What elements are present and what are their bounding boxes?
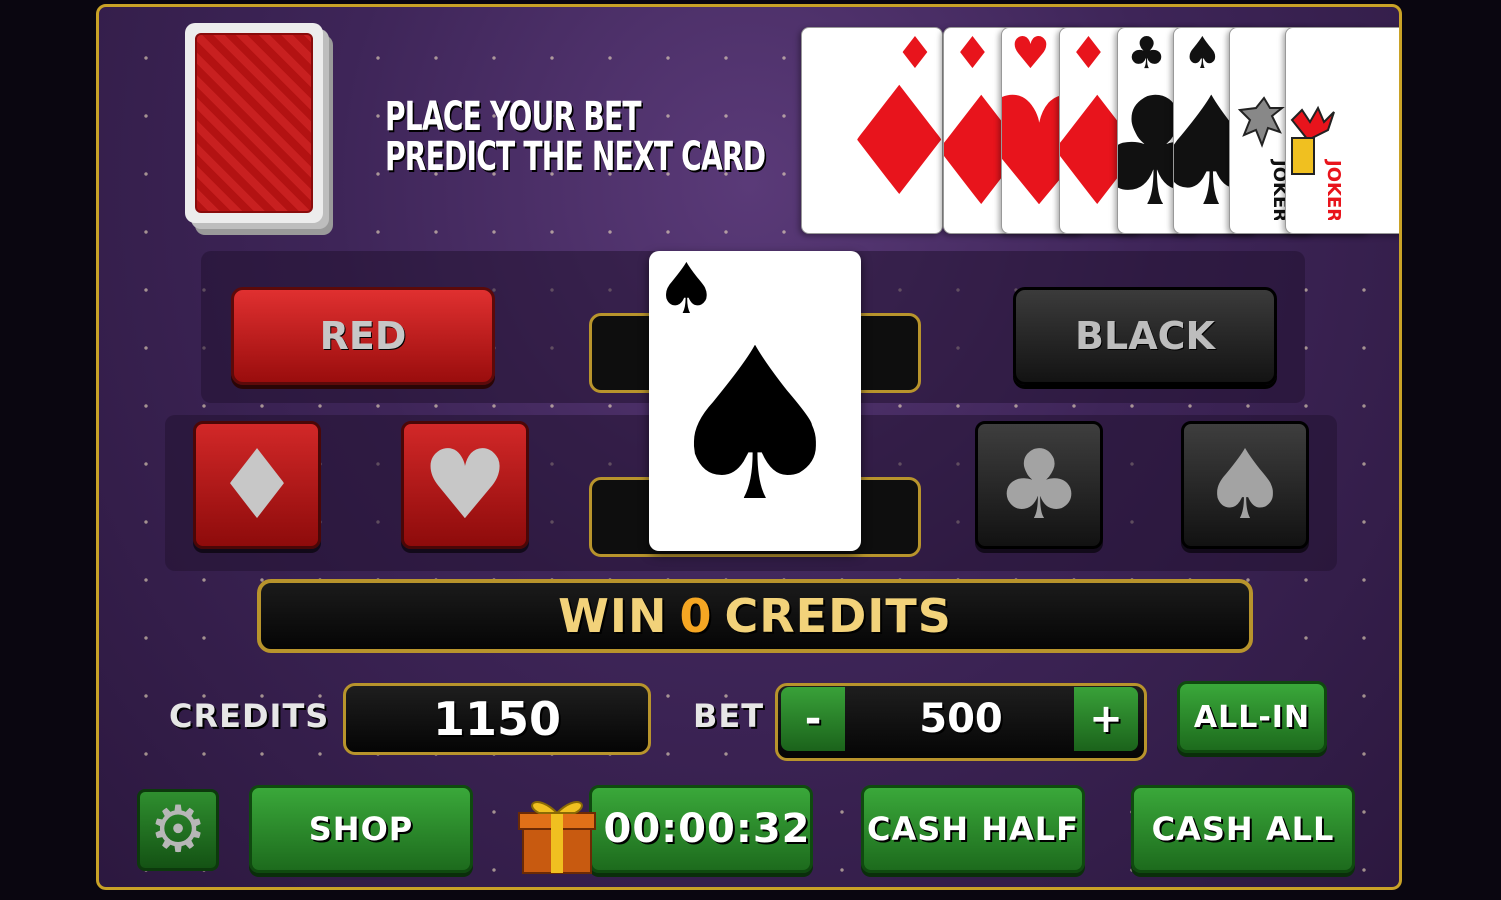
game-board: PLACE YOUR BET PREDICT THE NEXT CARD ♦ ♦… [96, 4, 1402, 890]
gift-timer-button[interactable]: 00:00:32 [589, 785, 813, 873]
all-in-button[interactable]: ALL-IN [1177, 681, 1327, 753]
club-button[interactable]: ♣ [975, 421, 1103, 549]
instructions: PLACE YOUR BET PREDICT THE NEXT CARD [385, 94, 766, 180]
heart-button[interactable]: ♥ [401, 421, 529, 549]
card-back [195, 33, 313, 213]
joker-label: JOKER [1269, 158, 1286, 220]
instruction-line-2: PREDICT THE NEXT CARD [385, 134, 766, 180]
joker-label: JOKER [1323, 158, 1342, 220]
settings-button[interactable]: ⚙ [137, 789, 219, 871]
cash-half-button[interactable]: CASH HALF [861, 785, 1085, 873]
bet-decrease-button[interactable]: - [781, 687, 845, 751]
win-amount: 0 [679, 589, 713, 643]
diamond-button[interactable]: ♦ [193, 421, 321, 549]
instruction-line-1: PLACE YOUR BET [385, 94, 642, 140]
gear-icon: ⚙ [149, 793, 207, 867]
black-button[interactable]: BLACK [1013, 287, 1277, 385]
red-button[interactable]: RED [231, 287, 495, 385]
current-card: ♠ ♠ [649, 251, 861, 551]
history-card-joker: JOKER [1285, 27, 1399, 234]
card-deck [185, 23, 323, 223]
spade-button[interactable]: ♠ [1181, 421, 1309, 549]
bet-increase-button[interactable]: + [1074, 687, 1138, 751]
gift-timer: 00:00:32 [603, 806, 811, 852]
win-suffix: CREDITS [724, 589, 952, 643]
credits-value: 1150 [343, 683, 651, 755]
joker-figure-icon: JOKER [1237, 96, 1286, 220]
gift-icon [518, 801, 596, 874]
credits-label: CREDITS [169, 697, 330, 735]
bet-label: BET [693, 697, 765, 735]
current-card-large-suit-icon: ♠ [660, 303, 850, 548]
joker-figure-icon: JOKER [1290, 105, 1342, 220]
bet-value: 500 [919, 696, 1003, 742]
cash-all-button[interactable]: CASH ALL [1131, 785, 1355, 873]
history-card: ♦ ♦ [801, 27, 943, 234]
shop-button[interactable]: SHOP [249, 785, 473, 873]
win-display: WIN 0 CREDITS [257, 579, 1253, 653]
bet-stepper: - 500 + [775, 683, 1147, 761]
win-prefix: WIN [558, 589, 668, 643]
card-large-suit-icon: ♦ [832, 68, 942, 218]
